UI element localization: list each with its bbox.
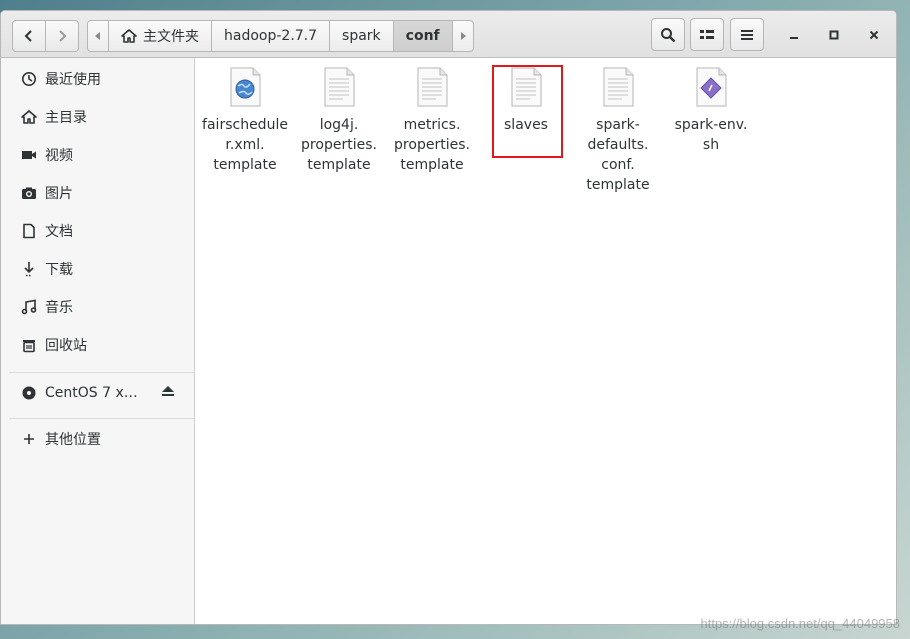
chevron-right-icon xyxy=(59,30,67,42)
list-view-icon xyxy=(700,29,714,39)
sidebar-item-recent[interactable]: 最近使用 xyxy=(1,62,195,96)
minimize-button[interactable] xyxy=(781,23,807,47)
crumb-home-label: 主文件夹 xyxy=(143,29,199,45)
sidebar-item-music[interactable]: 音乐 xyxy=(1,290,195,324)
document-icon xyxy=(21,223,37,239)
crumb-home[interactable]: 主文件夹 xyxy=(109,20,212,52)
sidebar-separator xyxy=(9,418,195,419)
crumb-conf-label: conf xyxy=(405,28,440,44)
file-name: spark-env. sh xyxy=(674,117,748,153)
sidebar-item-videos[interactable]: 视频 xyxy=(1,138,195,172)
file-name: fairschedule r.xml. template xyxy=(202,117,288,173)
menu-button[interactable] xyxy=(730,18,764,51)
sidebar-item-label: 图片 xyxy=(45,186,73,202)
view-toggle-button[interactable] xyxy=(690,18,724,51)
file-manager-window: 主文件夹 hadoop-2.7.7 spark conf 最近使用 主目录 视频… xyxy=(0,10,897,625)
sidebar-item-other-locations[interactable]: 其他位置 xyxy=(1,422,195,456)
xml-file-icon xyxy=(230,67,261,107)
sidebar-separator xyxy=(9,372,195,373)
video-icon xyxy=(21,147,37,163)
sidebar-item-label: 视频 xyxy=(45,148,73,164)
sidebar-item-home[interactable]: 主目录 xyxy=(1,100,195,134)
crumb-hadoop[interactable]: hadoop-2.7.7 xyxy=(212,20,331,52)
watermark: https://blog.csdn.net/qq_44049958 xyxy=(700,616,901,631)
sidebar-item-label: 主目录 xyxy=(45,110,87,126)
file-view: fairschedule r.xml. template log4j. prop… xyxy=(196,58,896,624)
triangle-left-icon xyxy=(95,32,100,40)
plus-icon xyxy=(21,431,37,447)
search-icon xyxy=(661,27,676,42)
selection-highlight-box xyxy=(492,65,563,158)
crumb-conf[interactable]: conf xyxy=(393,20,453,52)
sidebar-item-label: CentOS 7 x… xyxy=(45,385,138,401)
sidebar-item-label: 下载 xyxy=(45,262,73,278)
music-icon xyxy=(21,299,37,315)
camera-icon xyxy=(21,185,37,201)
trash-icon xyxy=(21,337,37,353)
minimize-icon xyxy=(790,37,798,39)
hamburger-icon xyxy=(741,29,753,40)
crumb-spark[interactable]: spark xyxy=(330,20,394,52)
sidebar-item-documents[interactable]: 文档 xyxy=(1,214,195,248)
sidebar-item-label: 其他位置 xyxy=(45,432,101,448)
file-name: metrics. properties. template xyxy=(394,117,470,173)
sidebar-item-trash[interactable]: 回收站 xyxy=(1,328,195,362)
sidebar-item-label: 回收站 xyxy=(45,338,87,354)
file-item-metrics[interactable]: metrics. properties. template xyxy=(389,67,475,175)
triangle-right-icon xyxy=(460,32,466,40)
chevron-left-icon xyxy=(24,30,32,42)
download-icon xyxy=(21,261,37,277)
disc-icon xyxy=(21,385,37,401)
text-file-icon xyxy=(603,67,634,107)
sidebar-item-pictures[interactable]: 图片 xyxy=(1,176,195,210)
file-name: spark- defaults. conf. template xyxy=(586,117,650,193)
path-bar: 主文件夹 hadoop-2.7.7 spark conf xyxy=(87,20,474,52)
sidebar-item-downloads[interactable]: 下载 xyxy=(1,252,195,286)
back-button[interactable] xyxy=(12,20,46,52)
file-item-fairscheduler[interactable]: fairschedule r.xml. template xyxy=(202,67,288,175)
close-icon xyxy=(869,30,879,40)
maximize-button[interactable] xyxy=(821,23,847,47)
file-name: log4j. properties. template xyxy=(301,117,377,173)
forward-button[interactable] xyxy=(45,20,79,52)
file-item-log4j[interactable]: log4j. properties. template xyxy=(296,67,382,175)
sidebar-item-label: 最近使用 xyxy=(45,72,101,88)
clock-icon xyxy=(21,71,37,87)
file-item-spark-env[interactable]: spark-env. sh xyxy=(668,67,754,155)
maximize-icon xyxy=(829,30,839,40)
home-icon xyxy=(21,109,37,125)
sidebar-item-label: 音乐 xyxy=(45,300,73,316)
navigation-buttons xyxy=(12,20,79,52)
sidebar: 最近使用 主目录 视频 图片 文档 下载 音乐 回收站 CentOS 7 x… … xyxy=(1,58,195,624)
file-item-spark-defaults[interactable]: spark- defaults. conf. template xyxy=(575,67,661,195)
sidebar-item-device[interactable]: CentOS 7 x… xyxy=(1,376,195,410)
search-button[interactable] xyxy=(651,18,685,51)
header-bar: 主文件夹 hadoop-2.7.7 spark conf xyxy=(1,11,896,58)
crumb-hadoop-label: hadoop-2.7.7 xyxy=(224,28,318,44)
crumb-spark-label: spark xyxy=(342,28,381,44)
text-file-icon xyxy=(417,67,448,107)
path-scroll-left-button[interactable] xyxy=(87,20,109,52)
script-file-icon xyxy=(696,67,727,107)
path-scroll-right-button[interactable] xyxy=(452,20,474,52)
eject-icon[interactable] xyxy=(161,385,175,401)
home-icon xyxy=(121,28,137,44)
close-button[interactable] xyxy=(861,23,887,47)
sidebar-item-label: 文档 xyxy=(45,224,73,240)
text-file-icon xyxy=(324,67,355,107)
